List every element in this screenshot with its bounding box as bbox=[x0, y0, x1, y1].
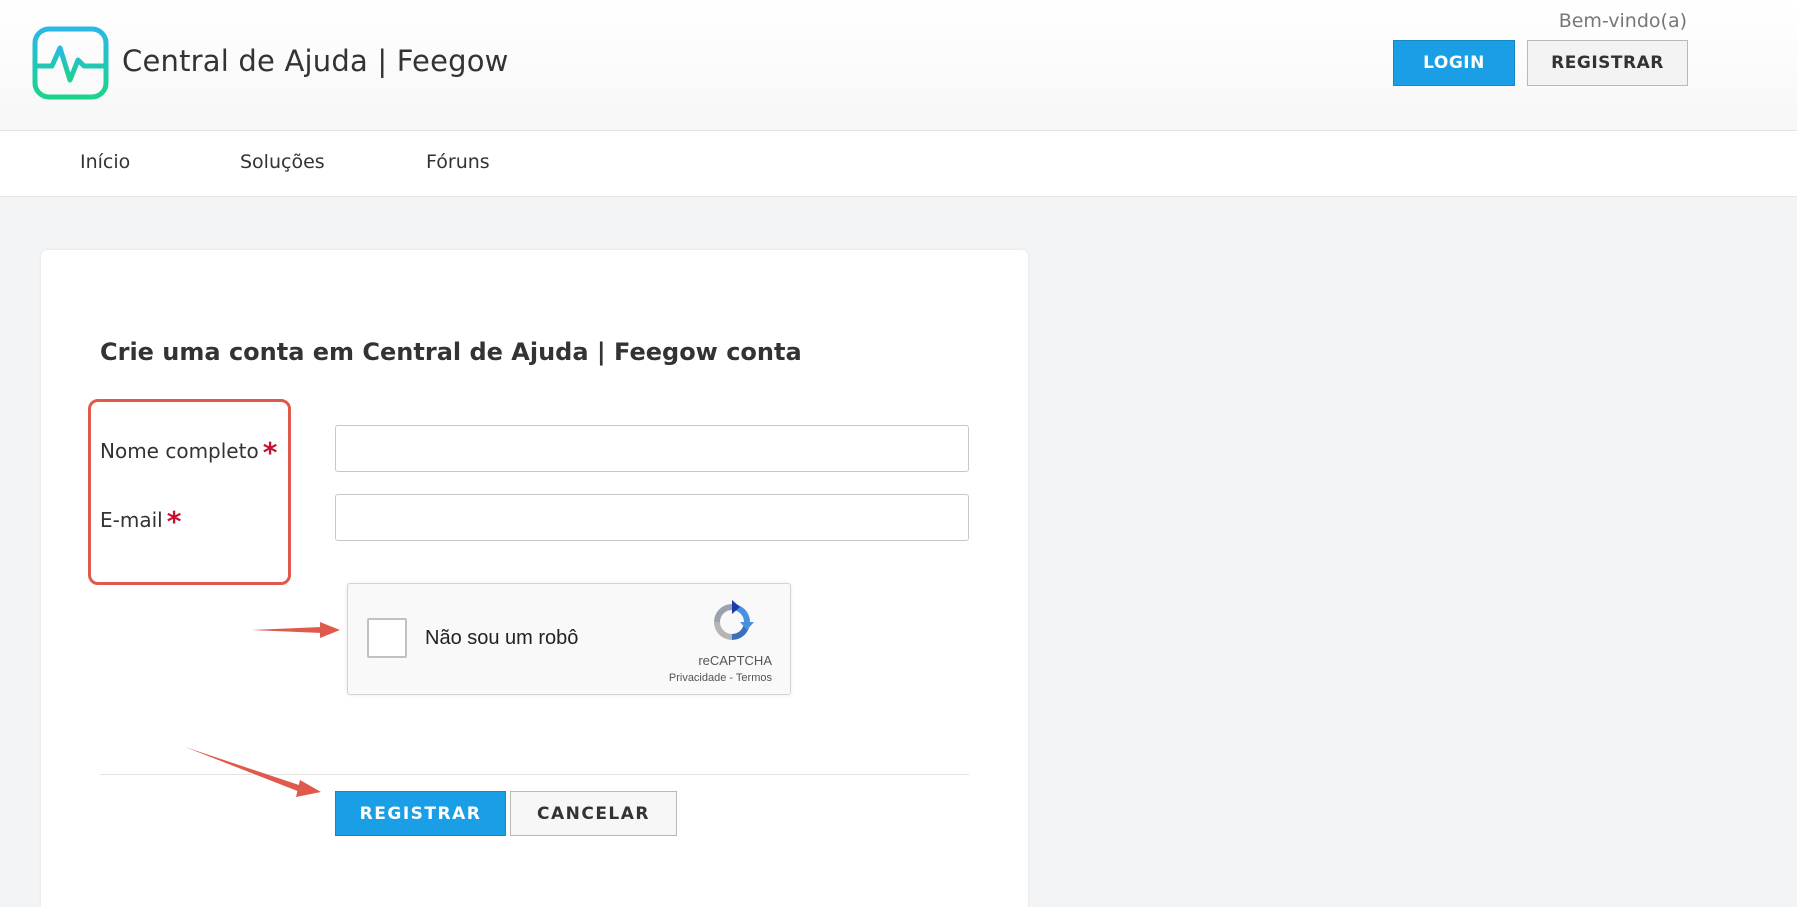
login-button[interactable]: LOGIN bbox=[1393, 40, 1515, 86]
recaptcha-links[interactable]: Privacidade - Termos bbox=[669, 672, 772, 684]
email-input[interactable] bbox=[335, 494, 969, 541]
top-header: Central de Ajuda | Feegow Bem-vindo(a) L… bbox=[0, 0, 1797, 131]
nav-item-foruns[interactable]: Fóruns bbox=[426, 151, 490, 173]
recaptcha-checkbox[interactable] bbox=[367, 618, 407, 658]
recaptcha-brand: reCAPTCHA bbox=[698, 653, 772, 668]
form-divider bbox=[100, 774, 969, 775]
form-title: Crie uma conta em Central de Ajuda | Fee… bbox=[100, 338, 802, 366]
site-title[interactable]: Central de Ajuda | Feegow bbox=[122, 44, 509, 78]
recaptcha-label: Não sou um robô bbox=[425, 627, 579, 649]
cancel-button[interactable]: CANCELAR bbox=[510, 791, 677, 836]
register-button[interactable]: REGISTRAR bbox=[1527, 40, 1688, 86]
annotation-highlight-box bbox=[88, 399, 291, 585]
welcome-text: Bem-vindo(a) bbox=[1558, 10, 1687, 32]
nav-item-solucoes[interactable]: Soluções bbox=[240, 151, 325, 173]
main-nav: Início Soluções Fóruns bbox=[0, 131, 1797, 197]
recaptcha-widget: Não sou um robô reCAPTCHA Privacidade - … bbox=[347, 583, 791, 695]
full-name-input[interactable] bbox=[335, 425, 969, 472]
submit-register-button[interactable]: REGISTRAR bbox=[335, 791, 506, 836]
nav-item-inicio[interactable]: Início bbox=[80, 151, 130, 173]
recaptcha-logo-icon bbox=[714, 600, 754, 640]
heartbeat-monitor-icon[interactable] bbox=[32, 26, 109, 100]
